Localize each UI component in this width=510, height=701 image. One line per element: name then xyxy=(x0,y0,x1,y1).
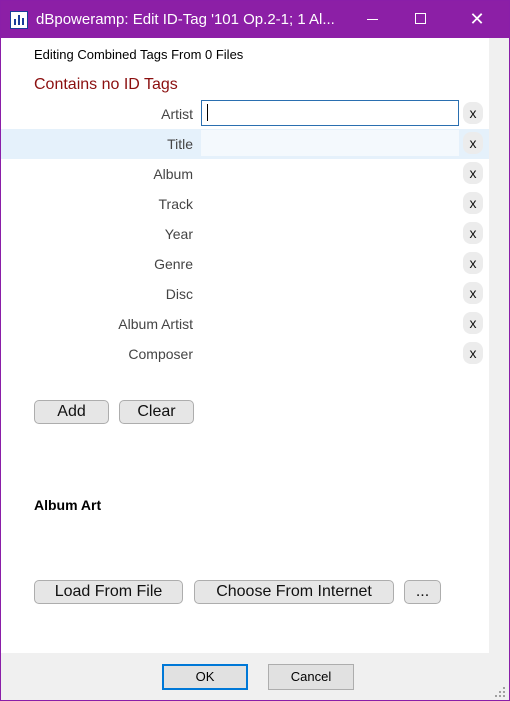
right-gutter xyxy=(489,38,509,653)
tag-label: Album xyxy=(153,166,193,182)
tag-label: Title xyxy=(167,136,193,152)
title-field[interactable] xyxy=(201,130,459,156)
close-button[interactable]: ✕ xyxy=(454,1,500,38)
clear-genre-button[interactable]: x xyxy=(463,252,483,274)
cancel-button[interactable]: Cancel xyxy=(268,664,354,690)
choose-from-internet-button[interactable]: Choose From Internet xyxy=(194,580,394,604)
load-from-file-button[interactable]: Load From File xyxy=(34,580,183,604)
more-options-button[interactable]: ... xyxy=(404,580,441,604)
ok-button[interactable]: OK xyxy=(162,664,248,690)
clear-composer-button[interactable]: x xyxy=(463,342,483,364)
dbpoweramp-app-icon xyxy=(10,11,28,29)
minimize-icon xyxy=(367,19,378,20)
composer-field[interactable] xyxy=(201,340,459,366)
text-cursor xyxy=(207,104,208,121)
tag-row-title: Title x xyxy=(1,129,489,159)
tag-label: Composer xyxy=(128,346,193,362)
tag-row-artist: Artist x xyxy=(1,99,489,129)
genre-field[interactable] xyxy=(201,250,459,276)
clear-artist-button[interactable]: x xyxy=(463,102,483,124)
clear-track-button[interactable]: x xyxy=(463,192,483,214)
artist-field[interactable] xyxy=(201,100,459,126)
add-tag-button[interactable]: Add xyxy=(34,400,109,424)
title-bar[interactable]: dBpoweramp: Edit ID-Tag '101 Op.2-1; 1 A… xyxy=(1,1,509,38)
resize-grip-icon[interactable] xyxy=(495,687,507,699)
tag-label: Genre xyxy=(154,256,193,272)
clear-tags-button[interactable]: Clear xyxy=(119,400,194,424)
no-tags-warning: Contains no ID Tags xyxy=(34,76,178,93)
album-art-heading: Album Art xyxy=(34,497,102,513)
clear-disc-button[interactable]: x xyxy=(463,282,483,304)
tag-label: Artist xyxy=(161,106,193,122)
tag-row-composer: Composer x xyxy=(1,339,489,369)
track-field[interactable] xyxy=(201,190,459,216)
clear-album-button[interactable]: x xyxy=(463,162,483,184)
window-title: dBpoweramp: Edit ID-Tag '101 Op.2-1; 1 A… xyxy=(36,11,335,28)
tag-row-year: Year x xyxy=(1,219,489,249)
clear-title-button[interactable]: x xyxy=(463,132,483,154)
tag-row-album: Album x xyxy=(1,159,489,189)
tag-row-track: Track x xyxy=(1,189,489,219)
tag-label: Track xyxy=(158,196,193,212)
tag-row-album-artist: Album Artist x xyxy=(1,309,489,339)
maximize-icon xyxy=(415,13,426,24)
tag-label: Disc xyxy=(165,286,193,302)
tag-row-disc: Disc x xyxy=(1,279,489,309)
maximize-button[interactable] xyxy=(398,1,444,38)
disc-field[interactable] xyxy=(201,280,459,306)
edit-id-tag-window: dBpoweramp: Edit ID-Tag '101 Op.2-1; 1 A… xyxy=(0,0,510,701)
album-field[interactable] xyxy=(201,160,459,186)
tag-label: Year xyxy=(164,226,193,242)
year-field[interactable] xyxy=(201,220,459,246)
tag-label: Album Artist xyxy=(118,316,193,332)
clear-year-button[interactable]: x xyxy=(463,222,483,244)
minimize-button[interactable] xyxy=(350,1,396,38)
editing-status-text: Editing Combined Tags From 0 Files xyxy=(34,47,244,62)
close-icon: ✕ xyxy=(469,9,485,29)
album-artist-field[interactable] xyxy=(201,310,459,336)
clear-album-artist-button[interactable]: x xyxy=(463,312,483,334)
tag-row-genre: Genre x xyxy=(1,249,489,279)
